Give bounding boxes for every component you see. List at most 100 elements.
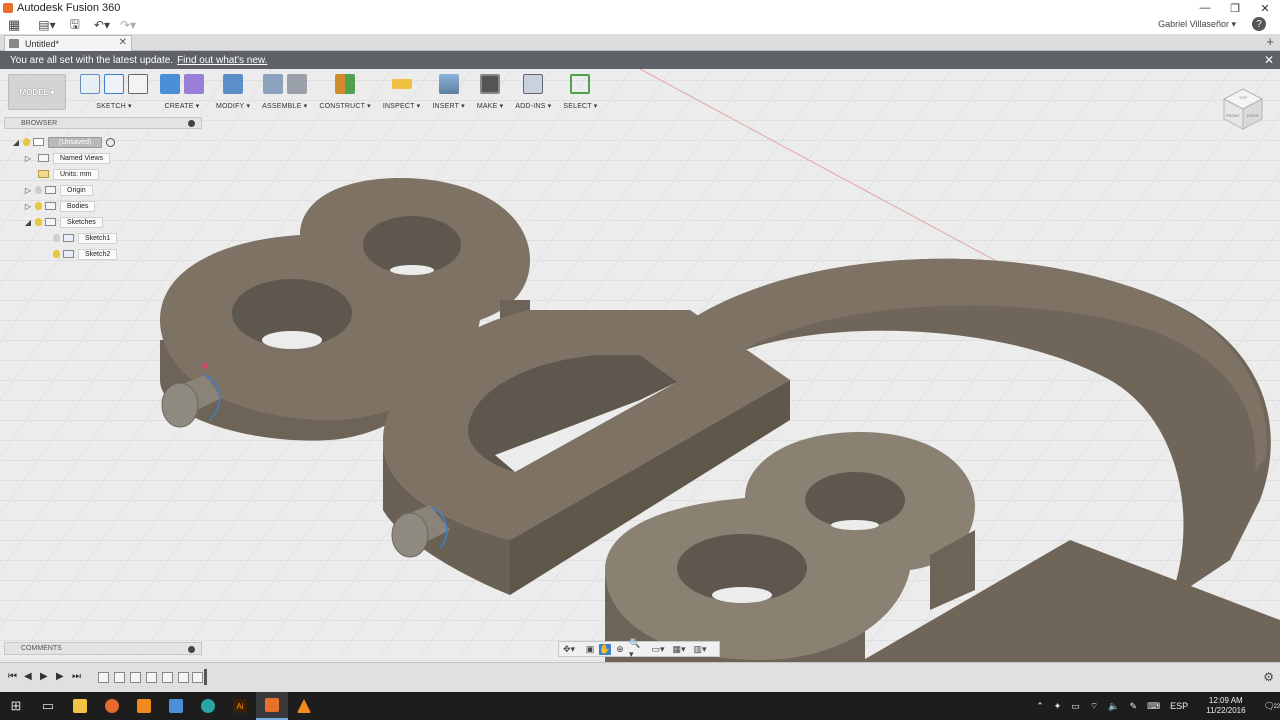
visibility-bulb-icon[interactable] [35, 218, 42, 226]
offset-plane-icon[interactable] [335, 74, 356, 94]
collapse-arrow-icon[interactable]: ◢ [12, 138, 20, 147]
tree-root[interactable]: ◢ (Unsaved) [12, 135, 116, 149]
media-player-icon[interactable] [128, 692, 160, 720]
arduino-icon[interactable] [192, 692, 224, 720]
clock[interactable]: 12:09 AM 11/22/2016 [1201, 696, 1250, 716]
assemble-group[interactable]: ASSEMBLE ▾ [262, 74, 307, 110]
action-center-icon[interactable]: 🗨 22 [1264, 701, 1280, 712]
timeline-feature-sketch[interactable] [98, 672, 109, 683]
browser-panel-header[interactable]: BROWSER [4, 117, 202, 129]
user-menu[interactable]: Gabriel Villaseñor ▾ [1158, 19, 1236, 30]
close-tab-icon[interactable]: ✕ [119, 37, 127, 48]
keyboard-icon[interactable]: ⌨ [1147, 701, 1160, 712]
create-group[interactable]: CREATE ▾ [160, 74, 204, 110]
comments-panel-header[interactable]: COMMENTS [4, 642, 202, 655]
whats-new-link[interactable]: Find out what's new. [177, 55, 267, 66]
battery-icon[interactable]: ▭ [1071, 701, 1080, 712]
go-to-start-icon[interactable]: ⏮ [8, 671, 17, 682]
illustrator-icon[interactable]: Ai [224, 692, 256, 720]
tree-item-bodies[interactable]: ▷ Bodies [24, 199, 96, 213]
insert-image-icon[interactable] [438, 74, 459, 94]
create-sketch-icon[interactable] [80, 74, 100, 94]
collapse-arrow-icon[interactable]: ◢ [24, 218, 32, 227]
tree-item-sketch2[interactable]: Sketch2 [50, 247, 118, 261]
scripts-icon[interactable] [523, 74, 544, 94]
tree-item-sketch1[interactable]: Sketch1 [50, 231, 118, 245]
form-icon[interactable] [184, 74, 204, 94]
firefox-icon[interactable] [96, 692, 128, 720]
fusion-taskbar-icon[interactable] [256, 692, 288, 720]
sketch-group[interactable]: SKETCH ▾ [80, 74, 148, 110]
line-icon[interactable] [104, 74, 124, 94]
app-icon[interactable] [160, 692, 192, 720]
tray-app-icon[interactable]: ✦ [1054, 701, 1062, 712]
close-notification-icon[interactable]: ✕ [1264, 53, 1274, 67]
close-window-icon[interactable]: ✕ [1250, 0, 1280, 16]
timeline-feature-sketch[interactable] [130, 672, 141, 683]
insert-group[interactable]: INSERT ▾ [432, 74, 465, 110]
pen-icon[interactable]: ✎ [1130, 701, 1138, 712]
go-to-end-icon[interactable]: ⏭ [72, 671, 81, 682]
grid-menu-icon[interactable]: ▦ [8, 17, 20, 33]
press-pull-icon[interactable] [223, 74, 244, 94]
visibility-bulb-icon[interactable] [35, 186, 42, 194]
zoom-window-icon[interactable]: 🔍▾ [629, 638, 641, 659]
tree-item-sketches[interactable]: ◢ Sketches [24, 215, 103, 229]
browser-pin-icon[interactable] [188, 120, 195, 127]
maximize-icon[interactable]: ❐ [1220, 0, 1250, 16]
viewports-icon[interactable]: ▥▾ [693, 644, 706, 655]
vlc-icon[interactable] [288, 692, 320, 720]
visibility-bulb-icon[interactable] [35, 202, 42, 210]
view-cube[interactable]: TOP FRONT RIGHT [1220, 85, 1266, 131]
tree-item-origin[interactable]: ▷ Origin [24, 183, 93, 197]
minimize-icon[interactable]: — [1190, 0, 1220, 16]
workspace-switcher[interactable]: MODEL ▾ [8, 74, 66, 110]
step-forward-icon[interactable]: ▶ [56, 671, 64, 682]
grid-settings-icon[interactable]: ▦▾ [672, 644, 685, 655]
timeline-feature-extrude[interactable] [178, 672, 189, 683]
expand-arrow-icon[interactable]: ▷ [24, 202, 32, 211]
timeline-marker[interactable] [204, 669, 207, 685]
volume-icon[interactable]: 🔈 [1108, 701, 1119, 712]
file-menu-icon[interactable]: ▤▾ [38, 17, 55, 33]
timeline-feature-extrude[interactable] [162, 672, 173, 683]
help-icon[interactable]: ? [1252, 17, 1266, 31]
modify-group[interactable]: MODIFY ▾ [216, 74, 250, 110]
zoom-icon[interactable]: ⊕ [614, 644, 626, 655]
document-tab[interactable]: Untitled* ✕ [4, 35, 132, 51]
tray-chevron-icon[interactable]: ⌃ [1036, 701, 1044, 712]
step-back-icon[interactable]: ◀ [24, 671, 32, 682]
new-component-icon[interactable] [262, 74, 283, 94]
tree-item-units[interactable]: Units: mm [38, 167, 99, 181]
select-group[interactable]: SELECT ▾ [563, 74, 597, 110]
visibility-bulb-icon[interactable] [53, 250, 60, 258]
save-icon[interactable]: 🖫 [70, 17, 80, 33]
expand-arrow-icon[interactable]: ▷ [24, 186, 32, 195]
undo-icon[interactable]: ↶▾ [94, 17, 110, 33]
new-tab-icon[interactable]: + [1266, 34, 1274, 49]
visibility-bulb-icon[interactable] [23, 138, 30, 146]
select-icon[interactable] [570, 74, 591, 94]
task-view-icon[interactable]: ▭ [32, 692, 64, 720]
timeline-feature-extrude[interactable] [146, 672, 157, 683]
visibility-bulb-icon[interactable] [53, 234, 60, 242]
file-explorer-icon[interactable] [64, 692, 96, 720]
joint-icon[interactable] [286, 74, 307, 94]
timeline-feature-extrude[interactable] [114, 672, 125, 683]
network-icon[interactable]: ⌔ [1090, 701, 1098, 712]
tree-item-named-views[interactable]: ▷ Named Views [24, 151, 111, 165]
timeline-settings-gear-icon[interactable]: ⚙ [1263, 670, 1274, 684]
pan-icon[interactable]: ✋ [599, 643, 611, 655]
construct-group[interactable]: CONSTRUCT ▾ [319, 74, 371, 110]
timeline-feature-extrude[interactable] [192, 672, 203, 683]
activate-radio-icon[interactable] [106, 137, 116, 147]
3d-print-icon[interactable] [480, 74, 501, 94]
addins-group[interactable]: ADD-INS ▾ [515, 74, 551, 110]
make-group[interactable]: MAKE ▾ [477, 74, 504, 110]
orbit-icon[interactable]: ✥▾ [563, 644, 575, 655]
expand-arrow-icon[interactable]: ▷ [24, 154, 32, 163]
redo-icon[interactable]: ↷▾ [120, 17, 136, 33]
language-indicator[interactable]: ESP [1170, 701, 1188, 711]
inspect-group[interactable]: INSPECT ▾ [383, 74, 420, 110]
display-settings-icon[interactable]: ▭▾ [651, 644, 664, 655]
